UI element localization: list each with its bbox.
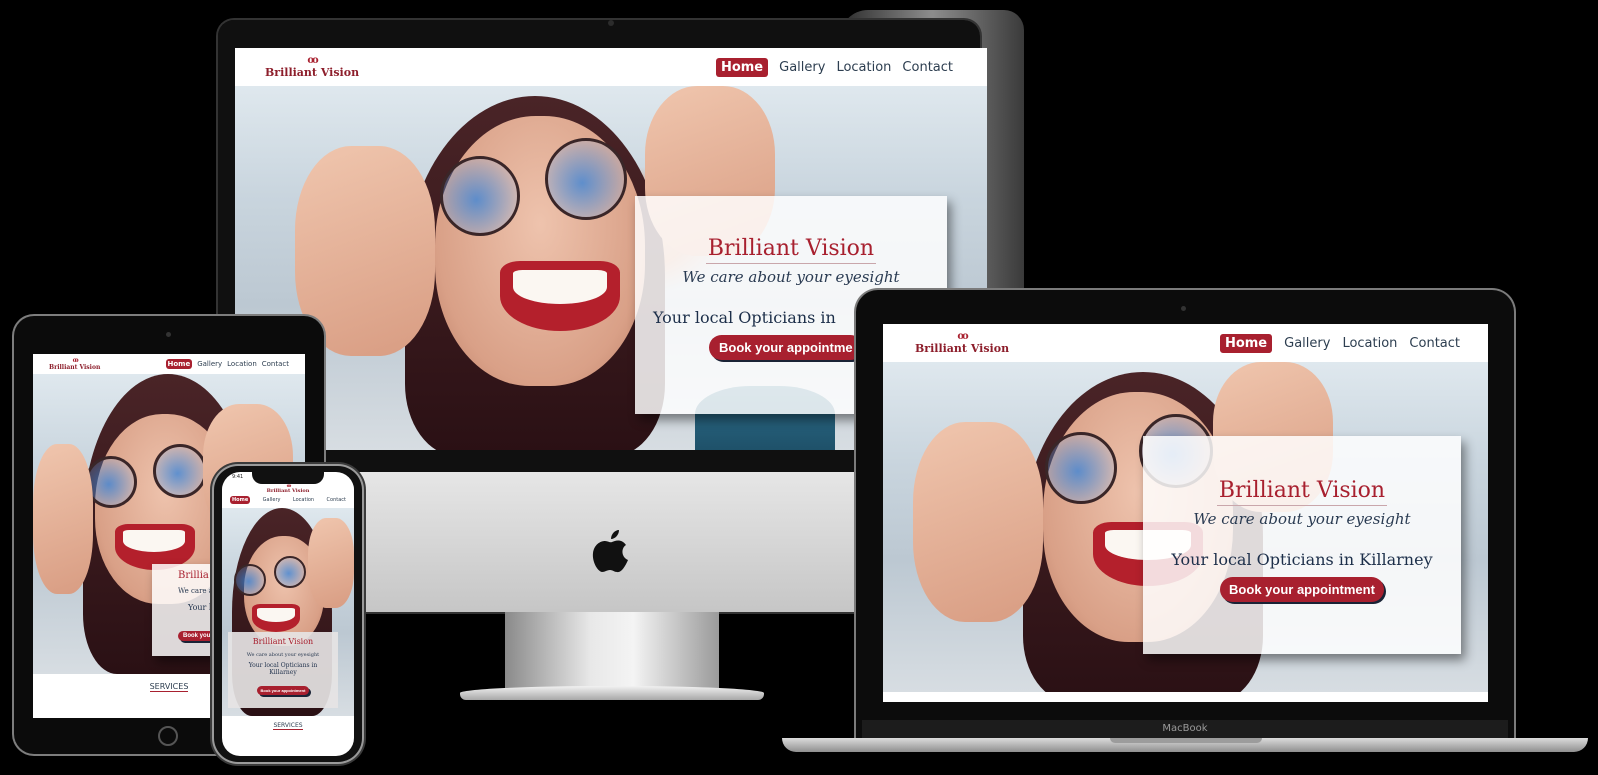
nav-location[interactable]: Location <box>1342 336 1397 351</box>
book-appointment-button[interactable]: Book you <box>178 631 216 641</box>
phone-status-time: 9:41 <box>232 474 244 480</box>
glasses-icon: oo <box>957 330 968 342</box>
hero-card: Brilliant Vision We care about your eyes… <box>228 632 338 708</box>
photo-lens-left <box>440 156 520 236</box>
nav-location[interactable]: Location <box>293 497 314 503</box>
hero-local-line1: Your local Opticians in <box>248 662 318 669</box>
nav-gallery[interactable]: Gallery <box>263 497 281 503</box>
laptop-camera <box>1181 306 1186 311</box>
brand-logo[interactable]: oo Brilliant Vision <box>49 357 101 371</box>
photo-hand-right <box>308 518 354 608</box>
nav-gallery[interactable]: Gallery <box>779 60 825 75</box>
book-appointment-button[interactable]: Book your appointment <box>256 686 310 695</box>
hero-title: Brilliant Vision <box>1218 478 1386 503</box>
hero-local: Your local Opticians in Killarney <box>1171 550 1433 569</box>
photo-lens-left <box>1045 432 1117 504</box>
photo-teeth <box>257 608 295 622</box>
photo-lens-right <box>274 556 306 588</box>
nav-location[interactable]: Location <box>836 60 891 75</box>
imac-camera <box>608 20 614 26</box>
nav-home[interactable]: Home <box>230 496 251 504</box>
laptop-notch <box>1110 738 1262 743</box>
navbar: oo Brilliant Vision Home Gallery Locatio… <box>883 324 1488 362</box>
services-label: SERVICES <box>273 722 303 730</box>
nav-gallery[interactable]: Gallery <box>1284 336 1330 351</box>
services-link[interactable]: SERVICES <box>222 722 354 730</box>
brand-logo[interactable]: oo Brilliant Vision <box>265 54 360 79</box>
photo-lens-right <box>153 444 207 498</box>
apple-logo-icon <box>592 530 628 573</box>
brand-name: Brilliant Vision <box>49 363 101 371</box>
hero-divider <box>1217 505 1387 506</box>
photo-hand-left <box>913 422 1043 622</box>
hero-title: Brilliant Vision <box>707 236 875 261</box>
nav-links: Home Gallery Location Contact <box>715 57 953 77</box>
laptop-brand-label: MacBook <box>1162 723 1208 734</box>
phone-notch <box>252 472 324 484</box>
photo-hand-left <box>33 444 93 594</box>
photo-lens-left <box>234 564 266 596</box>
nav-contact[interactable]: Contact <box>327 497 346 503</box>
photo-teeth <box>513 270 607 304</box>
nav-home[interactable]: Home <box>1219 333 1273 353</box>
hero-divider <box>706 263 876 264</box>
nav-links: Home Gallery Location Contact <box>165 359 289 369</box>
tablet-home-button[interactable] <box>158 726 178 746</box>
imac-neck <box>505 612 719 688</box>
nav-contact[interactable]: Contact <box>1409 336 1460 351</box>
photo-lens-right <box>545 138 627 220</box>
brand-name: Brilliant Vision <box>265 65 360 79</box>
brand-logo[interactable]: oo Brilliant Vision <box>915 330 1010 355</box>
hero-title: Brilliant Vision <box>252 637 314 646</box>
nav-gallery[interactable]: Gallery <box>197 360 222 368</box>
services-label: SERVICES <box>149 682 189 692</box>
phone-screen: oo Brilliant Vision Home Gallery Locatio… <box>222 472 354 756</box>
nav-links: Home Gallery Location Contact <box>230 496 346 504</box>
book-appointment-button[interactable]: Book your appointme <box>709 335 863 360</box>
nav-links: Home Gallery Location Contact <box>1219 333 1460 353</box>
brand-name: Brilliant Vision <box>266 488 310 494</box>
hero-tagline: We care about your eyesight <box>682 268 900 286</box>
brand-name: Brilliant Vision <box>915 341 1010 355</box>
hero-tagline: We care about your eyesight <box>1193 510 1411 528</box>
photo-teeth <box>123 530 185 552</box>
nav-contact[interactable]: Contact <box>262 360 289 368</box>
navbar: oo Brilliant Vision Home Gallery Locatio… <box>235 48 987 86</box>
book-appointment-button[interactable]: Book your appointment <box>1220 577 1384 602</box>
imac-foot <box>460 686 764 700</box>
nav-home[interactable]: Home <box>715 57 769 77</box>
tablet-camera <box>166 332 171 337</box>
hero-local-line2: Killarney <box>269 669 297 676</box>
navbar: oo Brilliant Vision Home Gallery Locatio… <box>222 484 354 506</box>
hero-card: Brilliant Vision We care about your eyes… <box>1143 436 1461 654</box>
laptop-screen: oo Brilliant Vision Home Gallery Locatio… <box>883 324 1488 702</box>
nav-home[interactable]: Home <box>165 359 193 369</box>
nav-location[interactable]: Location <box>227 360 257 368</box>
hero-tagline: We care about your eyesight <box>246 652 320 658</box>
brand-logo[interactable]: oo Brilliant Vision <box>230 484 346 494</box>
nav-contact[interactable]: Contact <box>902 60 953 75</box>
navbar: oo Brilliant Vision Home Gallery Locatio… <box>33 354 305 374</box>
glasses-icon: oo <box>307 54 318 66</box>
